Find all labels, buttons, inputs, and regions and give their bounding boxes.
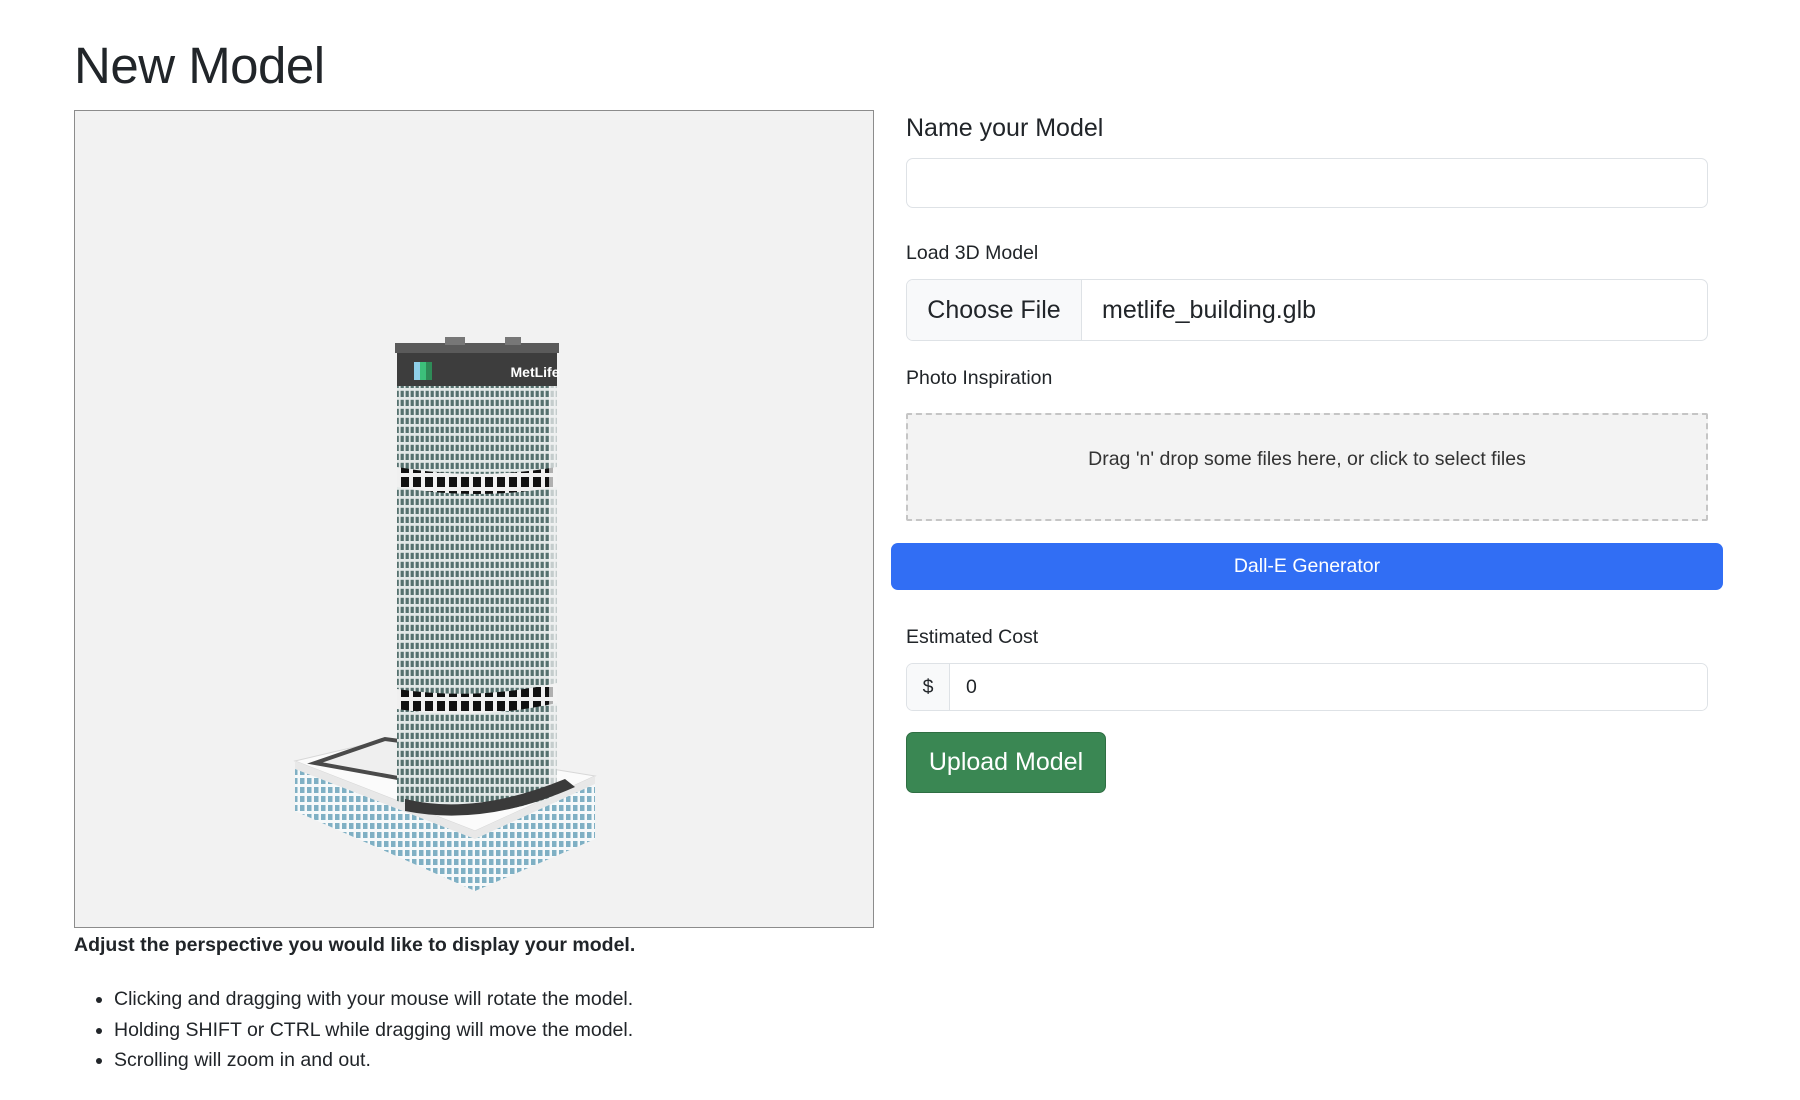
page-title: New Model: [74, 37, 325, 94]
tower: MetLife: [395, 337, 575, 816]
instruction-move: Holding SHIFT or CTRL while dragging wil…: [114, 1015, 633, 1046]
instruction-rotate: Clicking and dragging with your mouse wi…: [114, 984, 633, 1015]
choose-file-button[interactable]: Choose File: [907, 280, 1082, 340]
viewer-instructions-list: Clicking and dragging with your mouse wi…: [74, 984, 633, 1076]
estimated-cost-input[interactable]: [950, 664, 1707, 710]
photo-inspiration-label: Photo Inspiration: [906, 367, 1053, 389]
instruction-zoom: Scrolling will zoom in and out.: [114, 1045, 633, 1076]
upload-model-button[interactable]: Upload Model: [906, 732, 1106, 793]
model-file-input[interactable]: Choose File metlife_building.glb: [906, 279, 1708, 341]
viewer-instructions-heading: Adjust the perspective you would like to…: [74, 934, 636, 956]
dalle-generator-button[interactable]: Dall-E Generator: [891, 543, 1723, 590]
model-name-label: Name your Model: [906, 114, 1104, 142]
photo-dropzone[interactable]: Drag 'n' drop some files here, or click …: [906, 413, 1708, 521]
building-sign-text: MetLife: [511, 364, 560, 380]
dropzone-text: Drag 'n' drop some files here, or click …: [1088, 447, 1526, 470]
building-model-render: MetLife: [293, 337, 597, 891]
new-model-page: New Model MetLife Adjust the perspective…: [0, 0, 1800, 1100]
selected-file-name: metlife_building.glb: [1102, 295, 1317, 324]
estimated-cost-input-group: $: [906, 663, 1708, 711]
currency-prefix: $: [907, 664, 950, 710]
estimated-cost-label: Estimated Cost: [906, 626, 1039, 648]
model-viewer-canvas[interactable]: MetLife: [74, 110, 874, 928]
load-model-label: Load 3D Model: [906, 242, 1039, 264]
model-name-input[interactable]: [906, 158, 1708, 208]
